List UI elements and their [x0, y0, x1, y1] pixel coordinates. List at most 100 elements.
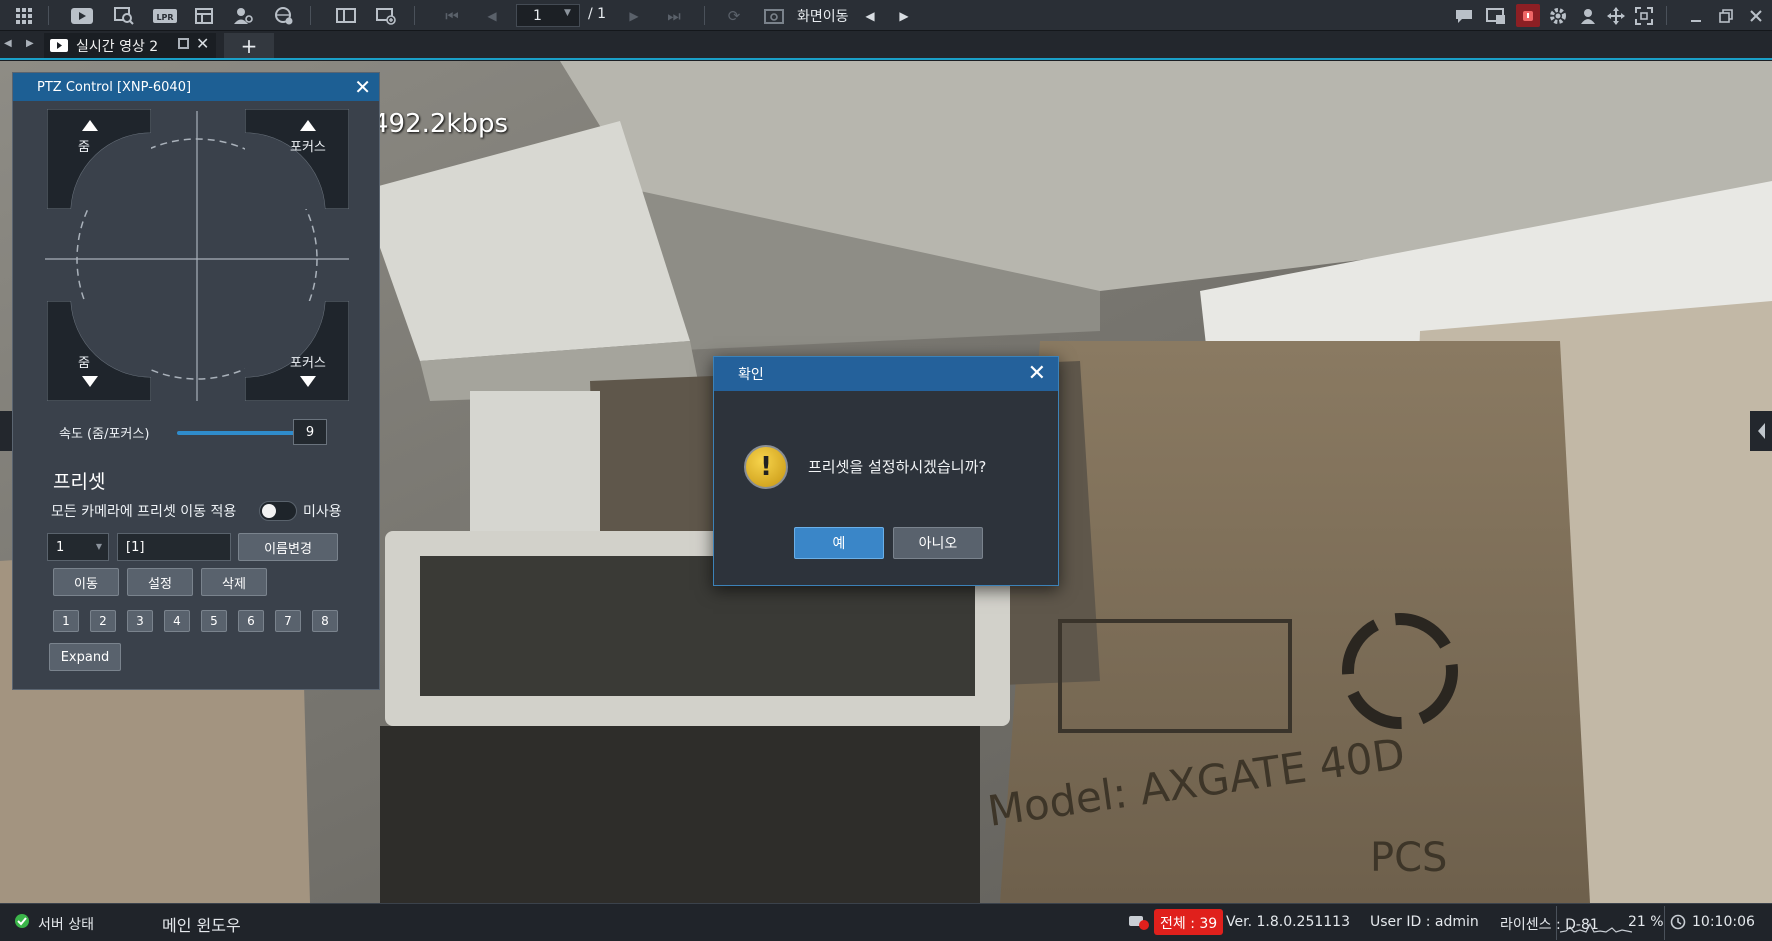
move-window-icon[interactable] [1604, 4, 1628, 27]
add-tab-button[interactable]: + [224, 33, 274, 58]
alarm-icon[interactable] [1516, 4, 1540, 27]
person-search-icon[interactable] [232, 4, 256, 27]
lpr-icon[interactable]: LPR [152, 4, 178, 27]
add-layout-icon[interactable] [374, 4, 398, 27]
camera-alert-icon[interactable] [1128, 913, 1150, 935]
version-text: Ver. 1.8.0.251113 [1226, 914, 1350, 930]
screen-move-next-icon[interactable]: ▶ [892, 4, 916, 27]
svg-text:PCS: PCS [1370, 835, 1447, 881]
zoom-in-label: 줌 [78, 140, 90, 155]
preset-1-button[interactable]: 1 [53, 610, 79, 632]
warning-icon: ! [744, 445, 788, 489]
zoom-out-button[interactable]: 줌 [47, 301, 151, 401]
preset-4-button[interactable]: 4 [164, 610, 190, 632]
preset-6-button[interactable]: 6 [238, 610, 264, 632]
dialog-title: 확인 [738, 367, 764, 383]
move-button[interactable]: 이동 [53, 568, 119, 596]
close-app-icon[interactable] [1744, 4, 1768, 27]
preset-7-button[interactable]: 7 [275, 610, 301, 632]
dialog-message: 프리셋을 설정하시겠습니까? [808, 458, 987, 476]
tab-close-icon[interactable]: ✕ [196, 34, 209, 53]
focus-far-button[interactable]: 포커스 [245, 301, 349, 401]
playback-search-icon[interactable] [112, 4, 136, 27]
preset-heading: 프리셋 [53, 471, 106, 493]
layout-icon[interactable] [334, 4, 358, 27]
speed-value[interactable]: 9 [293, 419, 327, 445]
tab-detach-icon[interactable] [178, 38, 189, 49]
last-page-icon[interactable]: ⏭ [662, 4, 686, 27]
bitrate-overlay: 492.2kbps [372, 109, 509, 139]
restore-icon[interactable] [1714, 4, 1738, 27]
dialog-close-icon[interactable]: ✕ [1028, 361, 1046, 386]
live-video-tab-icon [50, 39, 68, 52]
chat-icon[interactable] [1452, 4, 1476, 27]
focus-near-label: 포커스 [290, 140, 326, 155]
no-button[interactable]: 아니오 [893, 527, 983, 559]
ptz-control-panel: PTZ Control [XNP-6040] ✕ 줌 포커스 줌 포커스 속도 … [12, 72, 380, 690]
toggle-knob [262, 504, 276, 518]
yes-button[interactable]: 예 [794, 527, 884, 559]
user-icon[interactable] [1576, 4, 1600, 27]
total-alert-badge[interactable]: 전체 : 39 [1154, 909, 1224, 935]
server-status[interactable]: 서버 상태 [38, 914, 94, 934]
fullscreen-icon[interactable] [1632, 4, 1656, 27]
preset-2-button[interactable]: 2 [90, 610, 116, 632]
page-dropdown-icon[interactable]: ▼ [564, 8, 571, 18]
server-status-icon [14, 913, 30, 933]
ptz-header[interactable]: PTZ Control [XNP-6040] ✕ [13, 73, 379, 101]
page-total: / 1 [588, 6, 607, 22]
minimize-icon[interactable] [1684, 4, 1708, 27]
toolbar-divider [704, 6, 705, 25]
rename-button[interactable]: 이름변경 [238, 533, 338, 561]
monitor-alarm-icon[interactable] [1484, 4, 1508, 27]
preset-number-value: 1 [56, 540, 65, 555]
gear-icon[interactable] [1546, 4, 1570, 27]
apply-all-cameras-label: 모든 카메라에 프리셋 이동 적용 [51, 504, 237, 520]
expand-button[interactable]: Expand [49, 643, 121, 671]
svg-text:LPR: LPR [156, 13, 173, 22]
preset-8-button[interactable]: 8 [312, 610, 338, 632]
status-divider [1556, 906, 1557, 940]
toolbar-divider [48, 6, 49, 25]
preset-number-select[interactable]: 1 ▼ [47, 533, 109, 561]
network-settings-icon[interactable] [272, 4, 296, 27]
dialog-header[interactable]: 확인 ✕ [714, 357, 1058, 391]
grid-menu-icon[interactable] [12, 4, 36, 27]
toolbar-divider [310, 6, 311, 25]
event-list-icon[interactable] [192, 4, 216, 27]
preset-name-input[interactable]: [1] [117, 533, 231, 561]
screen-move-prev-icon[interactable]: ◀ [858, 4, 882, 27]
focus-far-label: 포커스 [290, 356, 326, 371]
toolbar-divider [1666, 6, 1667, 25]
zoom-out-label: 줌 [78, 356, 90, 371]
prev-page-icon[interactable]: ◀ [480, 4, 504, 27]
status-divider [1664, 906, 1665, 940]
first-page-icon[interactable]: ⏮ [440, 4, 464, 27]
delete-button[interactable]: 삭제 [201, 568, 267, 596]
cpu-usage: 21 % [1628, 914, 1664, 930]
focus-near-button[interactable]: 포커스 [245, 109, 349, 209]
apply-all-toggle[interactable] [259, 501, 297, 521]
speed-slider[interactable] [177, 431, 301, 435]
zoom-in-button[interactable]: 줌 [47, 109, 151, 209]
tab-live-video-2[interactable]: 실시간 영상 2 ✕ [44, 33, 216, 58]
main-toolbar: LPR ⏮ ◀ 1 ▼ / 1 ▶ ⏭ ⟳ 화면이동 ◀ ▶ [0, 0, 1772, 31]
ptz-close-icon[interactable]: ✕ [354, 75, 371, 99]
clock-icon [1670, 914, 1686, 934]
speed-label: 속도 (줌/포커스) [59, 427, 150, 442]
preset-3-button[interactable]: 3 [127, 610, 153, 632]
toolbar-divider [414, 6, 415, 25]
live-video-icon[interactable] [70, 4, 94, 27]
set-button[interactable]: 설정 [127, 568, 193, 596]
refresh-icon[interactable]: ⟳ [722, 4, 746, 27]
user-id-text: User ID : admin [1370, 914, 1479, 930]
ptz-title: PTZ Control [XNP-6040] [37, 79, 192, 95]
tab-bar: ◀ ▶ 실시간 영상 2 ✕ + [0, 31, 1772, 60]
preset-5-button[interactable]: 5 [201, 610, 227, 632]
next-page-icon[interactable]: ▶ [622, 4, 646, 27]
status-bar: 서버 상태 메인 윈도우 전체 : 39 Ver. 1.8.0.251113 U… [0, 903, 1772, 941]
screen-move-icon[interactable] [762, 4, 786, 27]
tab-label: 실시간 영상 2 [76, 38, 159, 55]
tab-scroll-right-icon[interactable]: ▶ [26, 38, 34, 49]
tab-scroll-left-icon[interactable]: ◀ [4, 38, 12, 49]
